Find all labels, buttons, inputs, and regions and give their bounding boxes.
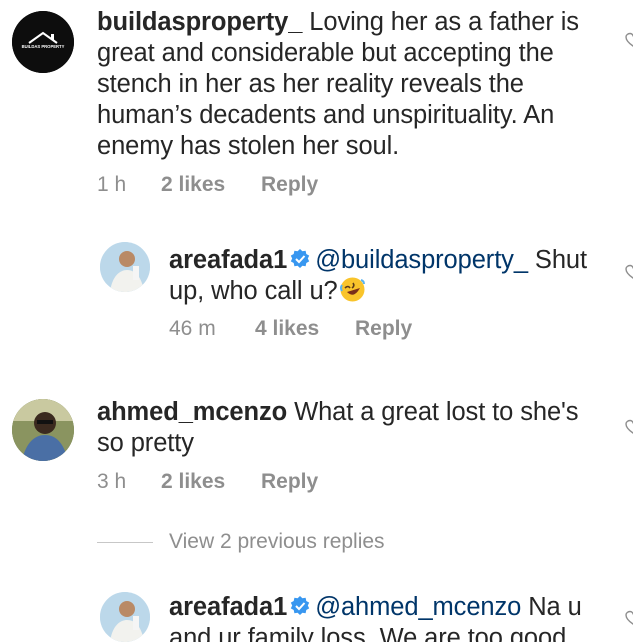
view-previous-replies[interactable]: View 2 previous replies (97, 530, 385, 558)
comment-meta: 46 m 4 likes Reply (169, 317, 412, 341)
reply-item: areafada1 @ahmed_mcenzo Na u and ur fami… (0, 580, 633, 642)
person-photo-icon (100, 592, 150, 642)
comment-text: areafada1 @ahmed_mcenzo Na u and ur fami… (169, 592, 599, 642)
heart-icon[interactable] (625, 610, 633, 626)
likes-button[interactable]: 2 likes (161, 173, 261, 197)
avatar[interactable] (100, 592, 150, 642)
view-replies-label[interactable]: View 2 previous replies (169, 530, 385, 553)
likes-button[interactable]: 4 likes (255, 317, 355, 341)
building-logo-icon: BUILDAS PROPERTY (12, 11, 74, 73)
comment-text: ahmed_mcenzo What a great lost to she's … (97, 397, 587, 459)
comment-meta: 3 h 2 likes Reply (97, 470, 318, 494)
reply-button[interactable]: Reply (261, 173, 318, 197)
verified-badge-icon (290, 596, 310, 615)
reply-button[interactable]: Reply (261, 470, 318, 494)
person-photo-icon (100, 242, 150, 292)
comment-meta: 1 h 2 likes Reply (97, 173, 318, 197)
mention-link[interactable]: @buildasproperty_ (315, 246, 528, 274)
verified-badge-icon (290, 249, 310, 268)
mention-link[interactable]: @ahmed_mcenzo (315, 593, 521, 621)
comment-time: 1 h (97, 173, 127, 196)
comment-username[interactable]: buildasproperty_ (97, 8, 302, 36)
rolling-on-floor-laughing-emoji (339, 277, 365, 302)
divider-line (97, 541, 153, 543)
comment-text: buildasproperty_ Loving her as a father … (97, 7, 587, 162)
comment-item: ahmed_mcenzo What a great lost to she's … (0, 385, 633, 510)
heart-icon[interactable] (625, 32, 633, 48)
comment-username[interactable]: areafada1 (169, 246, 287, 274)
reply-item: areafada1 @buildasproperty_ Shut up, who… (0, 230, 633, 360)
comment-text: areafada1 @buildasproperty_ Shut up, who… (169, 245, 619, 307)
person-photo-icon (12, 399, 74, 461)
avatar[interactable] (100, 242, 150, 292)
comment-username[interactable]: ahmed_mcenzo (97, 398, 287, 426)
logo-text: BUILDAS PROPERTY (22, 44, 65, 49)
likes-button[interactable]: 2 likes (161, 470, 261, 494)
comment-time: 46 m (169, 317, 216, 340)
avatar[interactable] (12, 399, 74, 461)
reply-button[interactable]: Reply (355, 317, 412, 341)
avatar[interactable]: BUILDAS PROPERTY (12, 11, 74, 73)
comment-time: 3 h (97, 470, 127, 493)
heart-icon[interactable] (625, 264, 633, 280)
heart-icon[interactable] (625, 419, 633, 435)
comment-item: BUILDAS PROPERTY buildasproperty_ Loving… (0, 0, 633, 210)
comment-username[interactable]: areafada1 (169, 593, 287, 621)
